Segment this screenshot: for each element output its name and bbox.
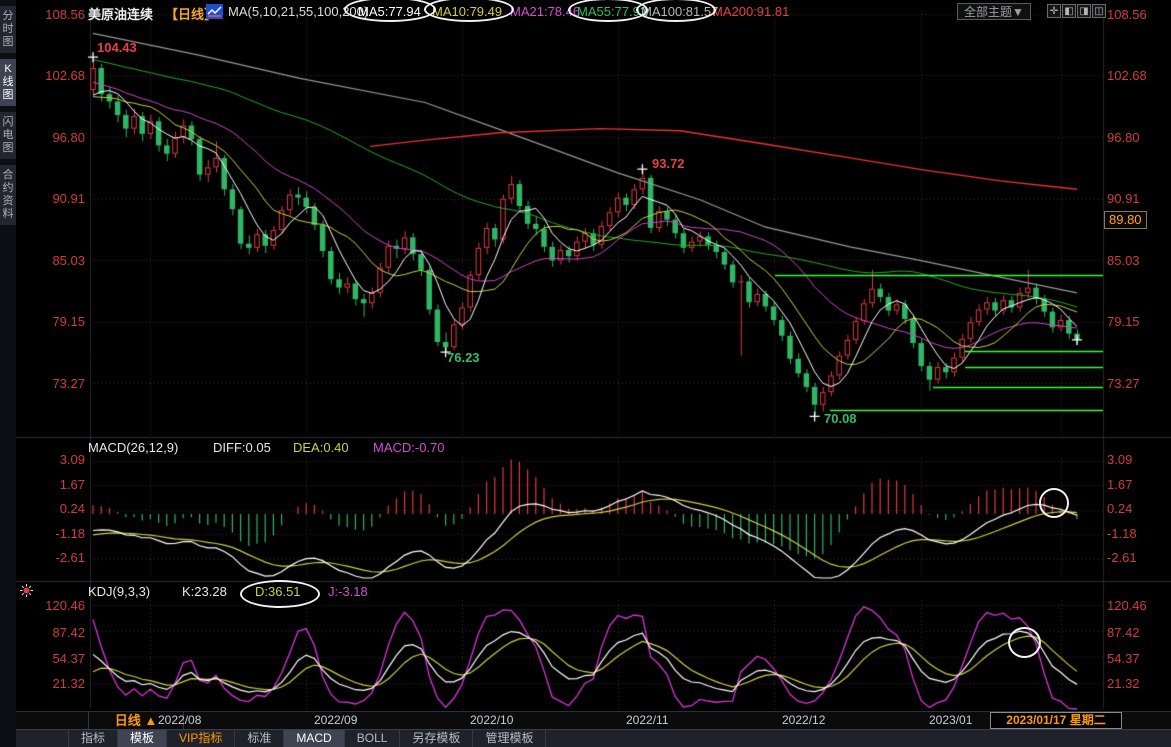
macd-axis-label: -2.61 <box>1107 550 1137 565</box>
macd-axis-label: 3.09 <box>33 452 85 467</box>
sidebar: 分时图 K线图 闪电图 合约资料 <box>0 0 16 747</box>
annotation-low-sep: 76.23 <box>447 350 480 365</box>
y-axis-label: 102.68 <box>1107 68 1147 83</box>
symbol-name: 美原油连续 <box>88 4 153 23</box>
x-axis-date: 2022/11 <box>626 713 669 727</box>
kdj-axis-label: 120.46 <box>33 598 85 613</box>
kdj-j-value: J:-3.18 <box>328 584 368 599</box>
kline-icon <box>206 4 223 19</box>
macd-axis-label: -2.61 <box>33 550 85 565</box>
macd-dea-value: DEA:0.40 <box>293 440 349 455</box>
sidebar-item-kline-chart[interactable]: K线图 <box>0 59 16 106</box>
annotation-circle-macd <box>1039 488 1069 518</box>
theme-select-button[interactable]: 全部主题▼ <box>957 3 1031 20</box>
chart-canvas[interactable] <box>0 0 1171 711</box>
y-axis-label: 90.91 <box>1107 191 1140 206</box>
y-axis-label: 96.80 <box>33 130 85 145</box>
tab-indicators[interactable]: 指标 <box>68 730 118 747</box>
macd-axis-label: 1.67 <box>33 477 85 492</box>
kdj-axis-label: 21.32 <box>33 676 85 691</box>
sidebar-item-time-chart[interactable]: 分时图 <box>0 6 16 53</box>
x-axis-date: 2022/08 <box>158 713 201 727</box>
macd-axis-label: 0.24 <box>1107 501 1132 516</box>
y-axis-label: 79.15 <box>33 314 85 329</box>
y-axis-label: 85.03 <box>33 253 85 268</box>
last-price-badge: 89.80 <box>1104 211 1147 229</box>
y-axis-label: 90.91 <box>33 191 85 206</box>
tab-templates[interactable]: 模板 <box>118 730 167 747</box>
y-axis-label: 85.03 <box>1107 253 1140 268</box>
x-axis-date: 2023/01 <box>929 713 972 727</box>
bottom-toolbar: 指标 模板 VIP指标 标准 MACD BOLL 另存模板 管理模板 <box>16 729 1171 747</box>
y-axis-label: 102.68 <box>33 68 85 83</box>
kdj-axis-label: 54.37 <box>33 651 85 666</box>
tab-macd[interactable]: MACD <box>284 730 344 747</box>
x-axis-date: 2022/09 <box>314 713 357 727</box>
macd-title[interactable]: MACD(26,12,9) <box>88 440 178 455</box>
macd-axis-label: 1.67 <box>1107 477 1132 492</box>
scale-left-icon[interactable]: ◧ <box>1062 4 1076 18</box>
scale-right-icon[interactable]: ◨ <box>1077 4 1091 18</box>
macd-axis-label: -1.18 <box>33 526 85 541</box>
macd-axis-label: 3.09 <box>1107 452 1132 467</box>
annotation-low-dec: 70.08 <box>824 411 857 426</box>
y-axis-label: 73.27 <box>33 376 85 391</box>
tab-vip-indicators[interactable]: VIP指标 <box>167 730 235 747</box>
kdj-k-value: K:23.28 <box>182 584 227 599</box>
annotation-circle-kdj <box>1008 627 1041 658</box>
tab-boll[interactable]: BOLL <box>345 730 401 747</box>
sidebar-item-contract-info[interactable]: 合约资料 <box>0 165 16 225</box>
crosshair-icon[interactable]: ✛ <box>1047 4 1061 18</box>
kdj-axis-label: 120.46 <box>1107 598 1147 613</box>
y-axis-label: 96.80 <box>1107 130 1140 145</box>
kdj-axis-label: 21.32 <box>1107 676 1140 691</box>
macd-value: MACD:-0.70 <box>373 440 445 455</box>
kdj-axis-label: 87.42 <box>33 625 85 640</box>
tab-save-template[interactable]: 另存模板 <box>400 730 473 747</box>
trading-terminal: { "header": { "symbol": "美原油连续", "period… <box>0 0 1171 747</box>
sidebar-item-flash-chart[interactable]: 闪电图 <box>0 112 16 159</box>
ma200-value: MA200:91.81 <box>712 4 789 19</box>
selected-date-box: 2023/01/17 星期二 <box>990 712 1122 729</box>
macd-axis-label: 0.24 <box>33 501 85 516</box>
y-axis-label: 79.15 <box>1107 314 1140 329</box>
indicator-settings-icon[interactable] <box>20 584 33 597</box>
date-axis-row: 日线 ▲ 2022/08 2022/09 2022/10 2022/11 202… <box>16 711 1171 729</box>
annotation-high-start: 104.43 <box>97 40 137 55</box>
macd-diff-value: DIFF:0.05 <box>213 440 271 455</box>
annotation-high-nov: 93.72 <box>652 156 685 171</box>
y-axis-label: 108.56 <box>33 7 85 22</box>
macd-axis-label: -1.18 <box>1107 526 1137 541</box>
annotation-circle-j-value <box>240 580 320 608</box>
y-axis-label: 108.56 <box>1107 7 1147 22</box>
pane-expand-icon[interactable]: ◫ <box>1092 4 1106 18</box>
tab-standard[interactable]: 标准 <box>235 730 284 747</box>
kdj-axis-label: 87.42 <box>1107 625 1140 640</box>
kdj-axis-label: 54.37 <box>1107 651 1140 666</box>
tab-manage-template[interactable]: 管理模板 <box>473 730 546 747</box>
kdj-title[interactable]: KDJ(9,3,3) <box>88 584 150 599</box>
y-axis-label: 73.27 <box>1107 376 1140 391</box>
x-axis-date: 2022/10 <box>470 713 513 727</box>
x-axis-date: 2022/12 <box>782 713 825 727</box>
